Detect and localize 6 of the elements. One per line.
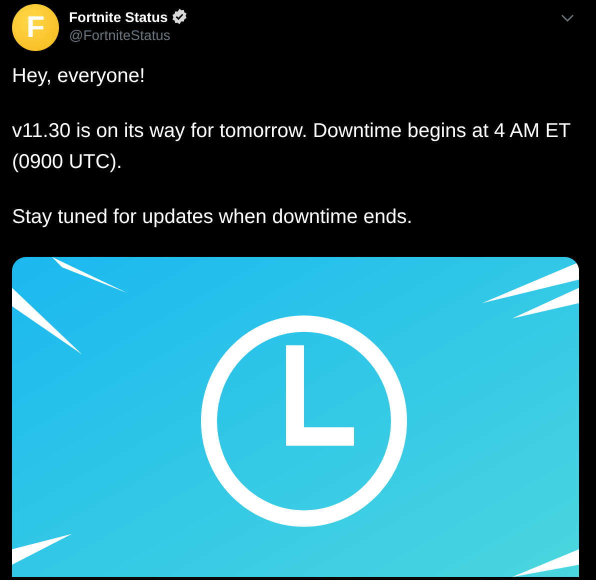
author-name[interactable]: Fortnite Status	[69, 8, 168, 24]
tweet-text: Hey, everyone!	[12, 64, 146, 89]
tweet-text: Stay tuned for updates when downtime ends.	[12, 205, 414, 230]
author-handle[interactable]: @FortniteStatus	[69, 27, 561, 43]
caret-icon[interactable]	[561, 14, 574, 22]
tweet-text: v11.30 is on its way for tomorrow. Downtime begins at 4 AM ET (0900 UTC).	[12, 119, 572, 175]
